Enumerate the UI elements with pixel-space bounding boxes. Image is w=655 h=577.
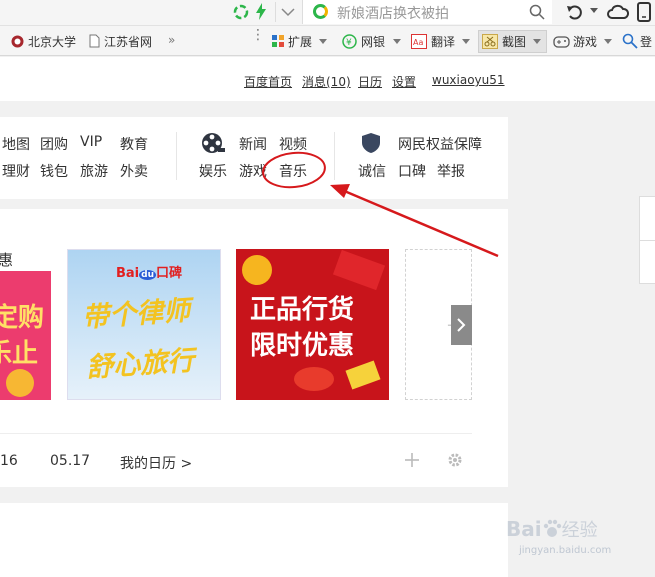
my-calendar-link[interactable]: 我的日历 >: [120, 453, 192, 473]
banner-lawyer-line2: 舒心旅行: [85, 345, 196, 384]
nav-groupbuy[interactable]: 团购: [40, 134, 68, 154]
paw-icon: [543, 519, 561, 537]
username-link[interactable]: wuxiaoyu51: [432, 73, 505, 87]
caret-down-icon[interactable]: [393, 39, 401, 44]
nav-takeout[interactable]: 外卖: [120, 161, 148, 181]
undo-icon[interactable]: [566, 3, 584, 21]
settings-link[interactable]: 设置: [392, 73, 416, 90]
arrow-line: [341, 188, 499, 258]
translate-button[interactable]: 翻译: [431, 33, 455, 50]
screenshot-button[interactable]: 截图: [502, 33, 526, 50]
nav-entertainment[interactable]: 娱乐: [199, 161, 227, 181]
nav-wallet[interactable]: 钱包: [40, 161, 68, 181]
pku-logo-icon: [11, 35, 24, 48]
caret-down-icon[interactable]: [533, 39, 541, 44]
chevron-right-icon: [457, 318, 466, 332]
carousel-next-button[interactable]: [451, 305, 472, 345]
login-button[interactable]: 登: [640, 33, 652, 50]
messages-link[interactable]: 消息(10): [302, 73, 351, 90]
chevron-down-icon[interactable]: [281, 7, 295, 17]
nav-divider: [176, 132, 177, 180]
gamepad-icon[interactable]: [553, 34, 570, 49]
calendar-link[interactable]: 日历: [358, 73, 382, 90]
bank-shield-icon[interactable]: ¥: [342, 34, 357, 49]
side-widget[interactable]: [639, 196, 655, 284]
baidu-koubei-logo: Bai du 口碑: [116, 266, 183, 281]
login-key-icon[interactable]: [622, 33, 638, 49]
mobile-icon[interactable]: [637, 2, 651, 22]
nav-travel[interactable]: 旅游: [80, 161, 108, 181]
highlight-circle: [262, 151, 326, 189]
plus-icon[interactable]: [405, 453, 419, 467]
hat-decoration: [294, 367, 334, 391]
banner-sale-line2: 限时优惠: [250, 331, 355, 361]
banner-partial-text: 定购: [0, 303, 45, 333]
gear-icon[interactable]: [447, 452, 463, 468]
banner-genuine-sale[interactable]: 正品行货 限时优惠: [236, 249, 389, 400]
scissors-icon[interactable]: [482, 34, 498, 49]
nav-map[interactable]: 地图: [2, 134, 30, 154]
caret-down-icon[interactable]: [604, 39, 612, 44]
lightning-icon[interactable]: [255, 3, 267, 20]
caret-down-icon[interactable]: [590, 8, 598, 14]
refresh-icon[interactable]: [233, 4, 249, 20]
address-search-box[interactable]: 新娘酒店换衣被拍: [302, 0, 552, 24]
annotation-overlay: [262, 151, 499, 258]
banner-sale-line1: 正品行货: [250, 295, 355, 325]
nav-finance[interactable]: 理财: [2, 161, 30, 181]
bookmark-pku[interactable]: 北京大学: [28, 33, 76, 50]
search-engine-icon: [313, 4, 328, 19]
extension-button[interactable]: 扩展: [288, 33, 312, 50]
coin-decoration: [6, 369, 34, 397]
divider: [0, 433, 472, 434]
more-bookmarks-button[interactable]: »: [168, 33, 175, 47]
extension-icon[interactable]: [271, 34, 285, 48]
baidu-home-link[interactable]: 百度首页: [244, 73, 292, 90]
banner-partial-top: 惠: [0, 249, 51, 271]
browser-toolbar: 新娘酒店换衣被拍: [0, 0, 655, 26]
caret-down-icon[interactable]: [319, 39, 327, 44]
translate-icon[interactable]: Aa: [411, 34, 427, 49]
banner-lawyer-travel[interactable]: Bai du 口碑 带个律师 舒心旅行: [67, 249, 221, 400]
caret-down-icon[interactable]: [462, 39, 470, 44]
lower-content-panel: [0, 503, 508, 577]
banner-partial-text: 乐止: [0, 339, 39, 369]
svg-text:Aa: Aa: [413, 38, 423, 47]
calendar-date-prev[interactable]: 16: [0, 453, 18, 469]
nav-education[interactable]: 教育: [120, 134, 148, 154]
ebank-button[interactable]: 网银: [361, 33, 385, 50]
search-input[interactable]: 新娘酒店换衣被拍: [337, 3, 449, 23]
cloud-icon[interactable]: [607, 3, 629, 21]
game-button[interactable]: 游戏: [573, 33, 597, 50]
kebab-menu-icon[interactable]: ⋮: [251, 28, 265, 42]
banner-promo-partial[interactable]: 惠 定购 乐止: [0, 249, 51, 400]
calendar-date[interactable]: 05.17: [50, 453, 90, 469]
film-reel-icon: [202, 133, 225, 153]
banner-partial-text: 惠: [0, 251, 14, 269]
watermark-url: jingyan.baidu.com: [519, 545, 612, 556]
svg-text:¥: ¥: [346, 38, 352, 48]
nav-vip[interactable]: VIP: [80, 134, 102, 150]
banner-lawyer-line1: 带个律师: [81, 295, 192, 334]
baidu-jingyan-watermark: Bai 经验: [506, 517, 598, 541]
arrow-head: [330, 184, 350, 198]
search-icon[interactable]: [529, 4, 545, 20]
page-icon: [89, 34, 100, 48]
paper-plane-decoration: [345, 360, 381, 390]
bookmark-jiangsu[interactable]: 江苏省网: [104, 33, 152, 50]
